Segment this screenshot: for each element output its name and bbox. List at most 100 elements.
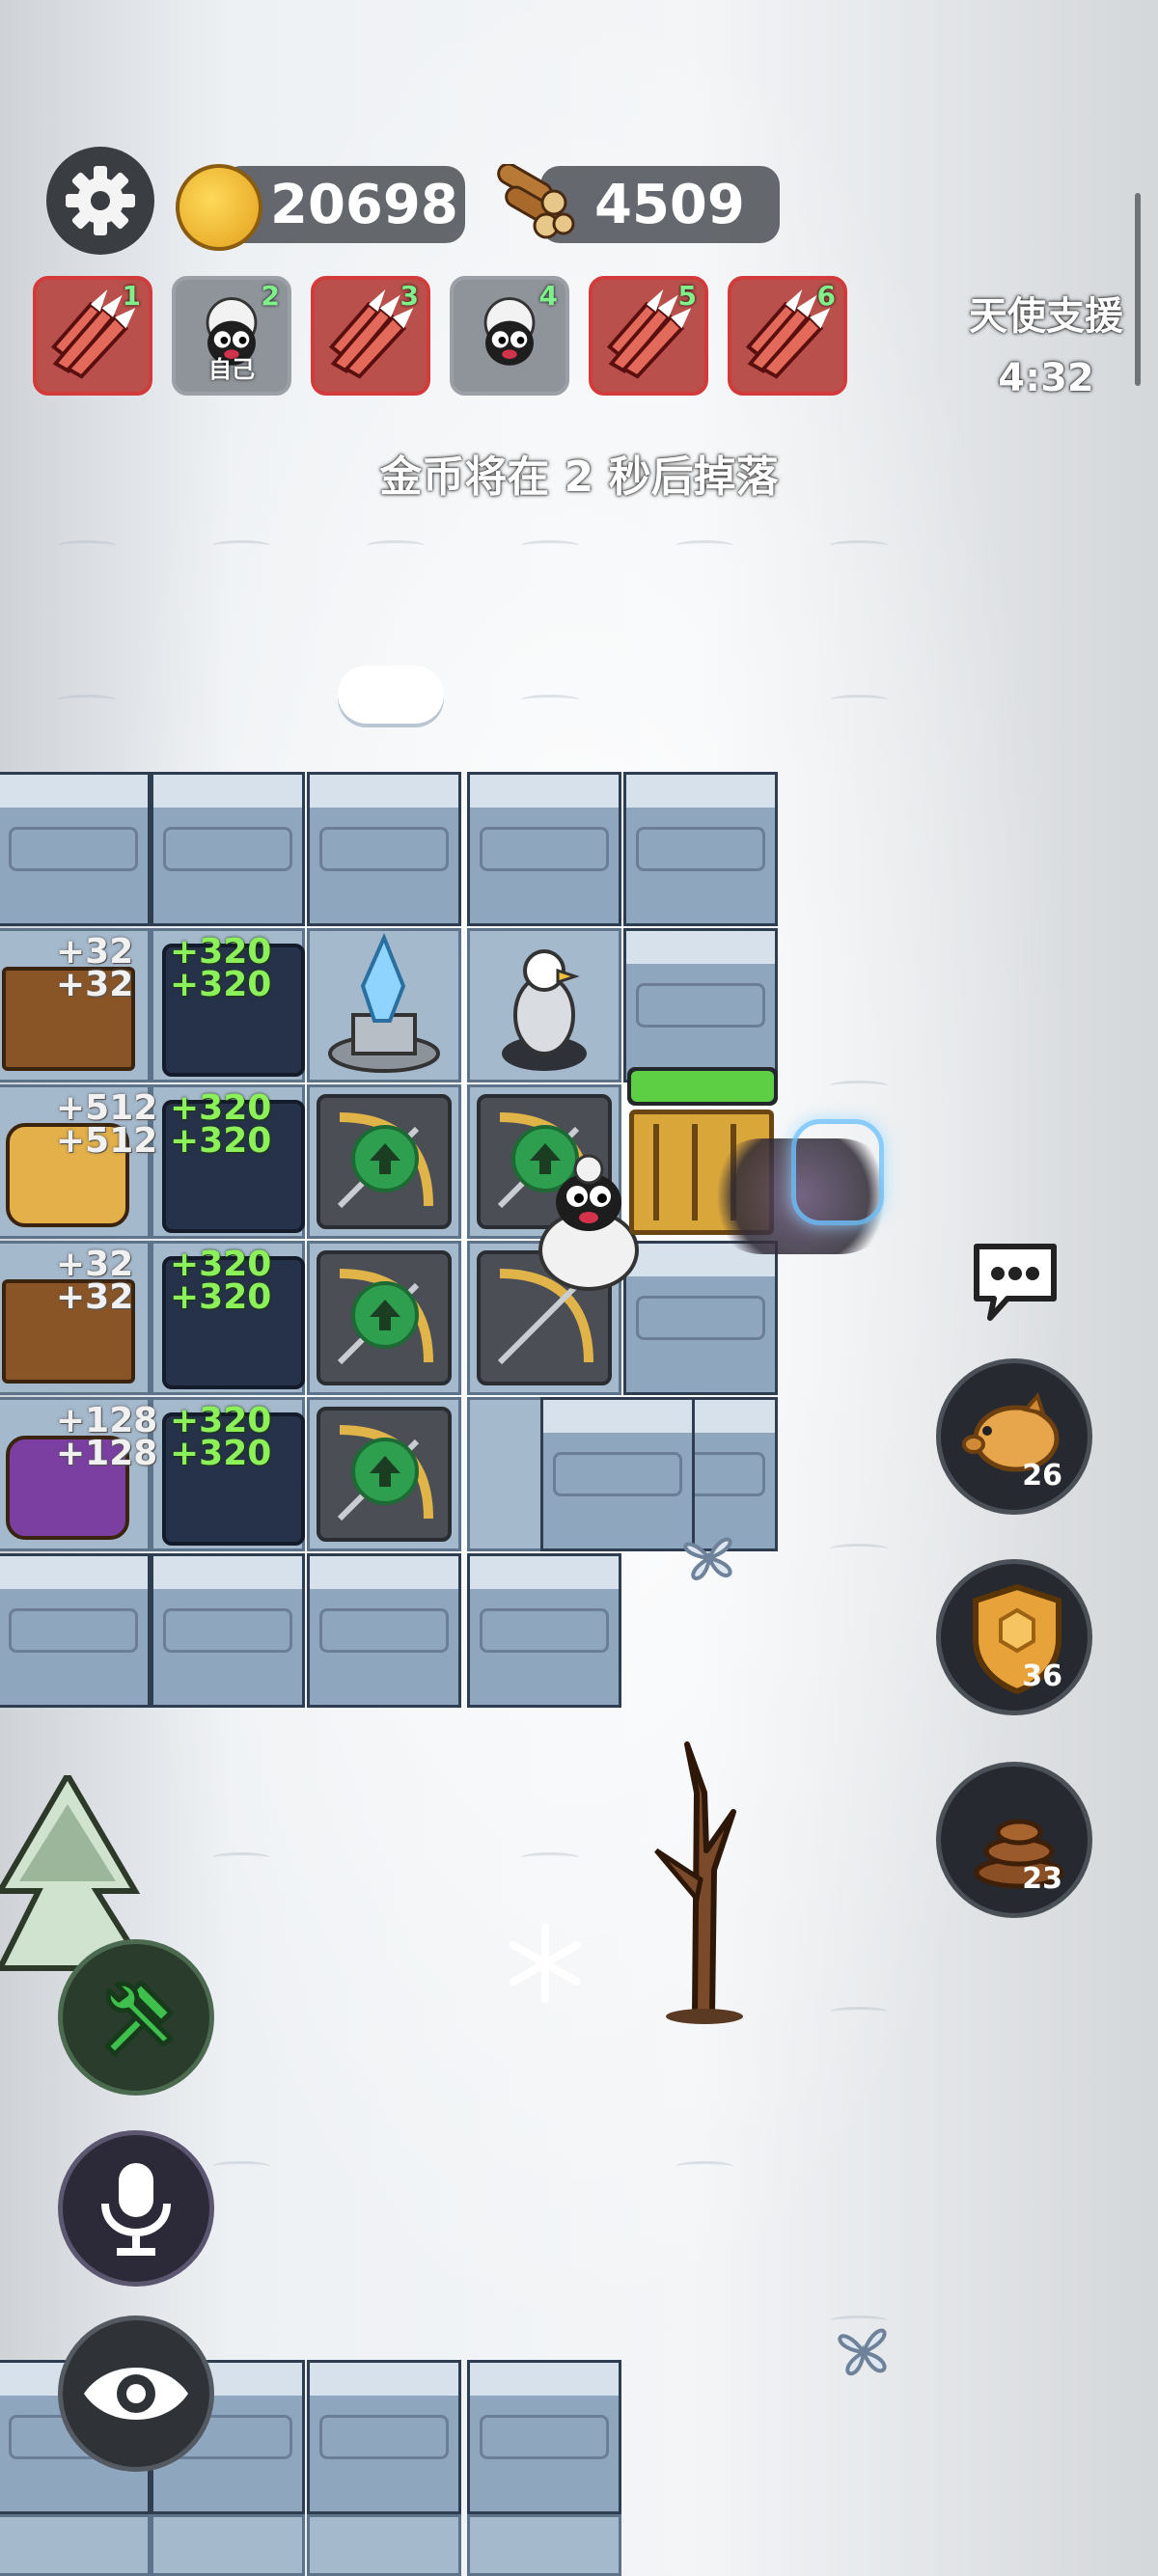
snow-mark (676, 540, 733, 551)
gain-value: +32 (56, 1245, 134, 1284)
snow-flower-icon (683, 1537, 732, 1580)
ability-piggy-bank-button[interactable]: 26 (936, 1358, 1092, 1515)
upgrade-arrow-button[interactable] (351, 1281, 419, 1349)
ice-wall-block (0, 1553, 151, 1708)
gain-value: +320 (170, 1401, 272, 1440)
ice-wall-block (151, 772, 305, 926)
gain-value: +320 (170, 1434, 272, 1473)
angel-support-label: 天使支援 (969, 294, 1123, 339)
snow-mark (830, 1081, 888, 1091)
player-slot-5[interactable]: 5 (589, 276, 708, 396)
build-tools-button[interactable] (58, 1939, 214, 2096)
upgrade-arrow-button[interactable] (351, 1438, 419, 1505)
upgrade-arrow-button[interactable] (351, 1125, 419, 1192)
resource-gain-right: +320 +320 (170, 935, 272, 1004)
ice-wall-block (307, 1553, 461, 1708)
player-slot-3[interactable]: 3 (311, 276, 430, 396)
chat-bubble-icon (974, 1244, 1057, 1321)
ice-wall-block (623, 772, 778, 926)
gain-value: +512 (56, 1121, 158, 1161)
snow-lump (338, 666, 444, 724)
angel-support-timer: 4:32 (998, 356, 1094, 400)
gain-value: +32 (56, 932, 134, 972)
angel-support: 天使支援 4:32 (959, 286, 1133, 409)
snow-mark (58, 695, 116, 705)
ice-wall-block (151, 1553, 305, 1708)
voice-button[interactable] (58, 2130, 214, 2287)
arrow-up-icon (370, 1143, 400, 1174)
arrow-up-icon (370, 1300, 400, 1330)
settings-button[interactable] (46, 147, 154, 255)
crossbow-turret[interactable] (317, 1407, 452, 1542)
snow-mark (212, 2161, 270, 2172)
player-number: 2 (261, 280, 280, 312)
ice-wall-block (467, 2360, 621, 2514)
hammer-wrench-icon (104, 1980, 174, 2057)
snow-mark (521, 1852, 579, 1863)
gain-value: +512 (56, 1088, 158, 1128)
eye-icon (84, 2368, 188, 2420)
piggy-bank-count: 26 (1022, 1459, 1062, 1493)
resource-gain-left: +32 +32 (56, 1245, 134, 1317)
player-slot-1[interactable]: 1 (33, 276, 152, 396)
gain-value: +320 (170, 1277, 272, 1317)
ability-shield-button[interactable]: 36 (936, 1559, 1092, 1715)
ice-wall-block (0, 772, 151, 926)
player-slot-2[interactable]: 2 自己 (172, 276, 291, 396)
player-number: 1 (122, 280, 141, 312)
snow-mark (58, 540, 116, 551)
gain-value: +128 (56, 1434, 158, 1473)
player-number: 6 (816, 280, 836, 312)
floor-tile (307, 2514, 461, 2576)
snow-mark (212, 540, 270, 551)
microphone-icon (101, 2163, 171, 2256)
shield-effect (791, 1119, 884, 1225)
ice-wall-block (467, 1553, 621, 1708)
gain-value: +320 (170, 1245, 272, 1284)
resource-gain-right: +320 +320 (170, 1245, 272, 1317)
ice-wall-block (307, 2360, 461, 2514)
wood-logs-icon (497, 164, 575, 239)
bare-tree-icon (654, 1741, 743, 2024)
gain-value: +320 (170, 965, 272, 1004)
player-slot-4[interactable]: 4 (450, 276, 569, 396)
poop-count: 23 (1022, 1862, 1062, 1896)
shield-count: 36 (1022, 1659, 1062, 1693)
gain-value: +128 (56, 1401, 158, 1440)
arrow-up-icon (370, 1456, 400, 1487)
snow-mark (830, 1544, 888, 1554)
door-health-fill (631, 1071, 774, 1102)
resource-gain-left: +32 +32 (56, 932, 134, 1004)
player-number: 4 (538, 280, 558, 312)
ice-crystal-tower (307, 928, 461, 1082)
floor-tile (151, 2514, 305, 2576)
snowflake-icon (510, 1924, 581, 2003)
gold-value: 20698 (270, 173, 458, 236)
snow-flower-icon (838, 2328, 887, 2376)
crossbow-turret[interactable] (317, 1250, 452, 1385)
gear-icon (66, 166, 135, 235)
resource-gain-right: +320 +320 (170, 1091, 272, 1161)
ability-poop-button[interactable]: 23 (936, 1762, 1092, 1918)
chat-button[interactable] (969, 1239, 1062, 1321)
resource-gain-left: +128 +128 (56, 1401, 158, 1473)
crossbow-turret[interactable] (317, 1094, 452, 1229)
scrollbar[interactable] (1135, 193, 1141, 386)
snow-mark (676, 2161, 733, 2172)
snow-mark (830, 2007, 888, 2017)
gain-value: +320 (170, 1121, 272, 1161)
ice-wall-block (467, 772, 621, 926)
snow-mark (521, 540, 579, 551)
floor-tile (467, 2514, 621, 2576)
snow-mark (830, 695, 888, 705)
gain-value: +32 (56, 965, 134, 1004)
door-health-bar (627, 1067, 778, 1106)
self-label: 自己 (208, 356, 255, 383)
view-toggle-button[interactable] (58, 2316, 214, 2472)
player-number: 3 (400, 280, 419, 312)
snow-mark (367, 540, 425, 551)
resource-gain-left: +512 +512 (56, 1088, 158, 1161)
player-slot-6[interactable]: 6 (728, 276, 847, 396)
snow-mark (521, 695, 579, 705)
gain-value: +32 (56, 1277, 134, 1317)
